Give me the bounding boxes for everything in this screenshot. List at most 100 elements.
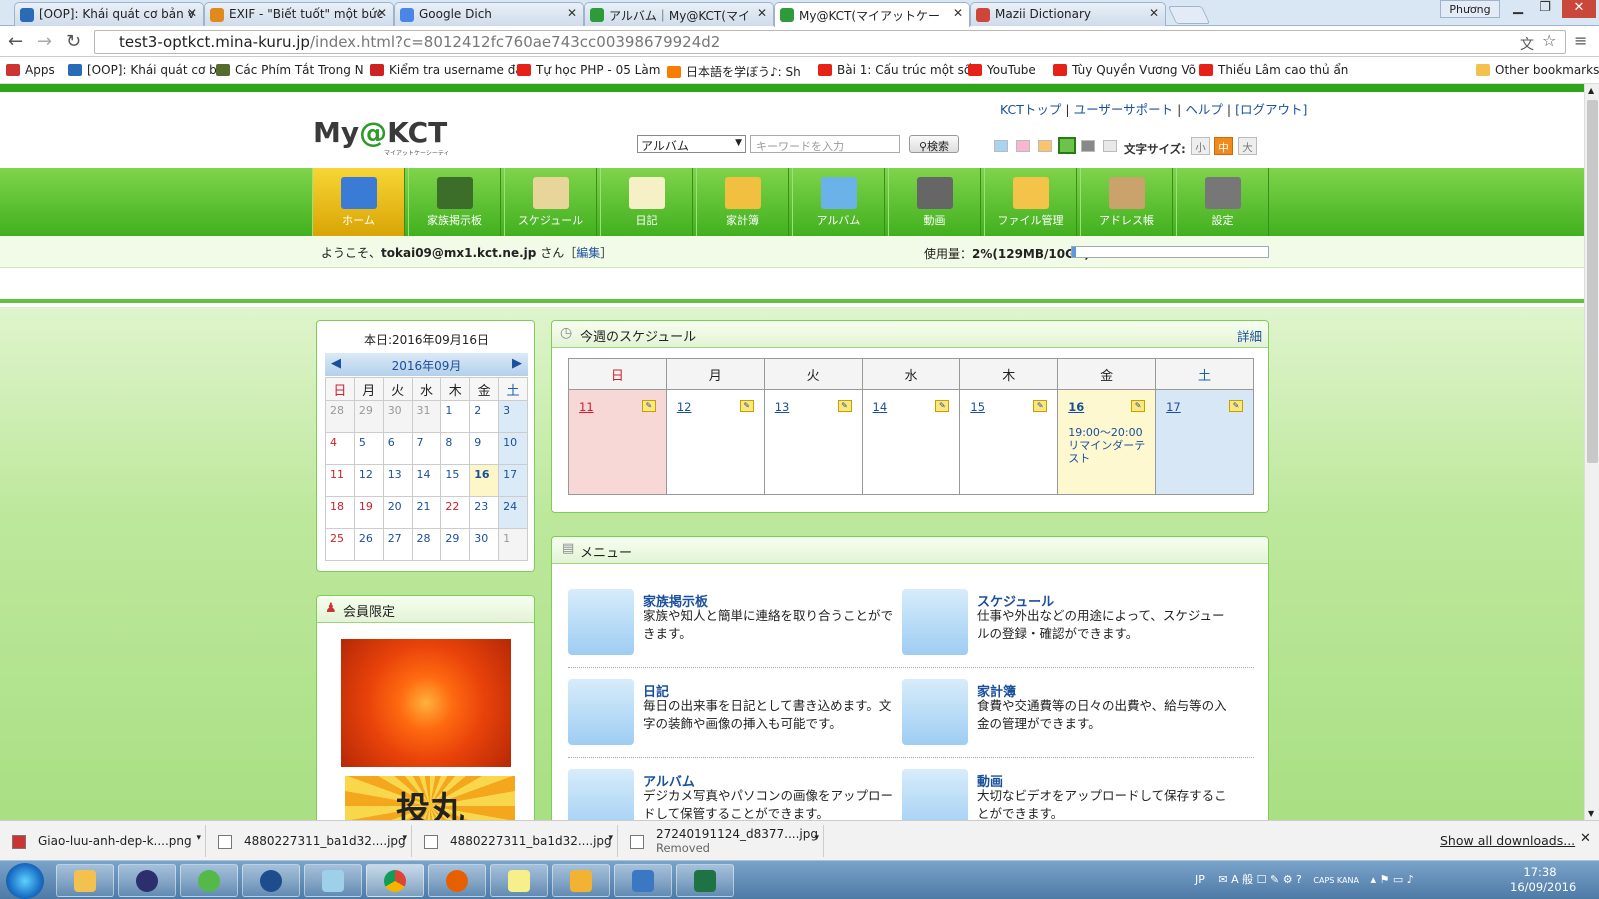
nav-home[interactable]: ホーム: [312, 168, 405, 236]
week-day-cell[interactable]: 13 ✎: [763, 389, 863, 495]
new-tab-button[interactable]: [1167, 6, 1211, 24]
show-all-downloads-link[interactable]: Show all downloads...: [1440, 833, 1575, 848]
promo-banner-image[interactable]: 投丸: [345, 776, 515, 820]
calendar-day[interactable]: 28: [325, 400, 355, 433]
taskbar-app-chat[interactable]: [242, 864, 300, 897]
taskbar-app-eclipse[interactable]: [118, 864, 176, 897]
calendar-day[interactable]: 10: [498, 432, 528, 465]
calendar-day[interactable]: 3: [498, 400, 528, 433]
browser-tab[interactable]: [OOP]: Khái quát cơ bản v ✕: [14, 2, 204, 26]
calendar-day[interactable]: 26: [353, 528, 384, 561]
taskbar-app-sticky-notes[interactable]: [490, 864, 548, 897]
schedule-detail-link[interactable]: 詳細: [1237, 326, 1262, 345]
browser-tab[interactable]: EXIF - "Biết tuốt" một bức ✕: [204, 2, 394, 26]
taskbar-app-explorer[interactable]: [56, 864, 114, 897]
calendar-day[interactable]: 30: [469, 528, 500, 561]
browser-tab-active[interactable]: My@KCT(マイアットケー ✕: [774, 2, 970, 27]
theme-swatch-white[interactable]: [1103, 140, 1117, 152]
calendar-day[interactable]: 30: [382, 400, 413, 433]
week-date-link[interactable]: 17: [1166, 400, 1181, 414]
search-button[interactable]: ⚲検索: [909, 135, 959, 153]
close-icon[interactable]: ✕: [567, 6, 577, 20]
calendar-day[interactable]: 5: [353, 432, 384, 465]
calendar-day[interactable]: 17: [498, 464, 528, 497]
bookmark-item[interactable]: Tự học PHP - 05 Làm: [517, 63, 660, 77]
prev-month-icon[interactable]: ◀: [331, 356, 341, 371]
tray-icons[interactable]: ▴ ⚑ ▭ ♪: [1370, 873, 1413, 886]
ime-icons[interactable]: ✉ A 般 ☐ ✎ ⚙ ?: [1218, 873, 1302, 886]
calendar-day[interactable]: 1: [498, 528, 528, 561]
bookmark-item[interactable]: Kiểm tra username đã: [370, 63, 523, 77]
nav-files[interactable]: ファイル管理: [984, 168, 1077, 236]
pencil-icon[interactable]: ✎: [1229, 400, 1243, 412]
calendar-day[interactable]: 11: [325, 464, 355, 497]
calendar-day[interactable]: 31: [411, 400, 442, 433]
back-icon[interactable]: ←: [8, 31, 23, 52]
nav-schedule[interactable]: スケジュール: [504, 168, 597, 236]
close-icon[interactable]: ✕: [757, 6, 767, 20]
theme-swatch-gray[interactable]: [1081, 140, 1095, 152]
taskbar-app-excel[interactable]: [676, 864, 734, 897]
menu-item-family-board[interactable]: 家族掲示板 家族や知人と簡単に連絡を取り合うことができます。: [568, 589, 898, 659]
week-date-link[interactable]: 11: [579, 400, 594, 414]
browser-tab[interactable]: Google Dich ✕: [394, 2, 584, 26]
chevron-down-icon[interactable]: ▾: [814, 833, 819, 843]
scroll-down-icon[interactable]: ▼: [1588, 809, 1594, 818]
menu-item-album[interactable]: アルバム デジカメ写真やパソコンの画像をアップロードして保管することができます。: [568, 769, 898, 820]
site-logo[interactable]: My@KCT: [313, 116, 447, 149]
clock[interactable]: 17:38 16/09/2016: [1510, 865, 1576, 895]
close-icon[interactable]: ✕: [1149, 6, 1159, 20]
reload-icon[interactable]: ↻: [66, 31, 81, 52]
download-item[interactable]: Giao-luu-anh-dep-k....png ▾: [0, 825, 206, 857]
search-input[interactable]: キーワードを入力: [750, 135, 900, 153]
close-icon[interactable]: ✕: [377, 6, 387, 20]
week-date-link[interactable]: 12: [677, 400, 692, 414]
bookmark-item[interactable]: Tùy Quyền Vương Võ: [1053, 63, 1196, 77]
link-support[interactable]: ユーザーサポート: [1074, 102, 1174, 117]
taskbar-app-firefox[interactable]: [428, 864, 486, 897]
calendar-day[interactable]: 4: [325, 432, 355, 465]
calendar-day[interactable]: 24: [498, 496, 528, 529]
calendar-day[interactable]: 27: [382, 528, 413, 561]
profile-button[interactable]: Phương: [1440, 0, 1500, 18]
font-size-large-button[interactable]: 大: [1238, 137, 1257, 155]
forward-icon[interactable]: →: [37, 31, 52, 52]
calendar-day[interactable]: 13: [382, 464, 413, 497]
chevron-down-icon[interactable]: ▾: [196, 833, 201, 843]
week-day-cell[interactable]: 16 ✎ 19:00～20:00 リマインダーテスト: [1057, 389, 1157, 495]
week-date-link[interactable]: 16: [1068, 400, 1084, 414]
menu-item-household[interactable]: 家計簿 食費や交通費等の日々の出費や、給与等の入金の管理ができます。: [902, 679, 1232, 749]
taskbar-app-virtualbox[interactable]: [614, 864, 672, 897]
pencil-icon[interactable]: ✎: [935, 400, 950, 412]
calendar-day[interactable]: 22: [440, 496, 471, 529]
schedule-event[interactable]: 19:00～20:00 リマインダーテスト: [1068, 426, 1155, 465]
maximize-icon[interactable]: ❐: [1532, 0, 1558, 18]
other-bookmarks[interactable]: Other bookmarks: [1476, 63, 1599, 77]
flower-banner-image[interactable]: [341, 639, 511, 767]
nav-address-book[interactable]: アドレス帳: [1080, 168, 1173, 236]
calendar-day[interactable]: 7: [411, 432, 442, 465]
calendar-day[interactable]: 16: [469, 464, 500, 497]
week-day-cell[interactable]: 17 ✎: [1155, 389, 1254, 495]
bookmark-item[interactable]: Apps: [6, 63, 55, 77]
close-icon[interactable]: ✕: [187, 6, 197, 20]
taskbar-app-outlook[interactable]: [552, 864, 610, 897]
week-date-link[interactable]: 15: [970, 400, 985, 414]
taskbar-app-messenger[interactable]: [180, 864, 238, 897]
star-icon[interactable]: ☆: [1542, 31, 1556, 50]
theme-swatch-pink[interactable]: [1016, 140, 1030, 152]
theme-swatch-orange[interactable]: [1038, 140, 1052, 152]
pencil-icon[interactable]: ✎: [641, 400, 656, 412]
menu-item-video[interactable]: 動画 大切なビデオをアップロードして保存することができます。: [902, 769, 1232, 820]
bookmark-item[interactable]: Thiếu Lâm cao thủ ẩn: [1199, 63, 1348, 77]
link-help[interactable]: ヘルプ: [1185, 102, 1223, 117]
bookmark-item[interactable]: Bài 1: Cấu trúc một số: [818, 63, 971, 77]
bookmark-item[interactable]: 日本語を学ぼう♪: Sh: [667, 63, 801, 80]
week-date-link[interactable]: 13: [775, 400, 790, 414]
font-size-small-button[interactable]: 小: [1191, 137, 1210, 155]
chevron-down-icon[interactable]: ▾: [402, 833, 407, 843]
edit-profile-link[interactable]: 編集: [576, 246, 600, 260]
calendar-day[interactable]: 6: [382, 432, 413, 465]
start-button[interactable]: [6, 863, 44, 899]
chevron-down-icon[interactable]: ▾: [608, 833, 613, 843]
